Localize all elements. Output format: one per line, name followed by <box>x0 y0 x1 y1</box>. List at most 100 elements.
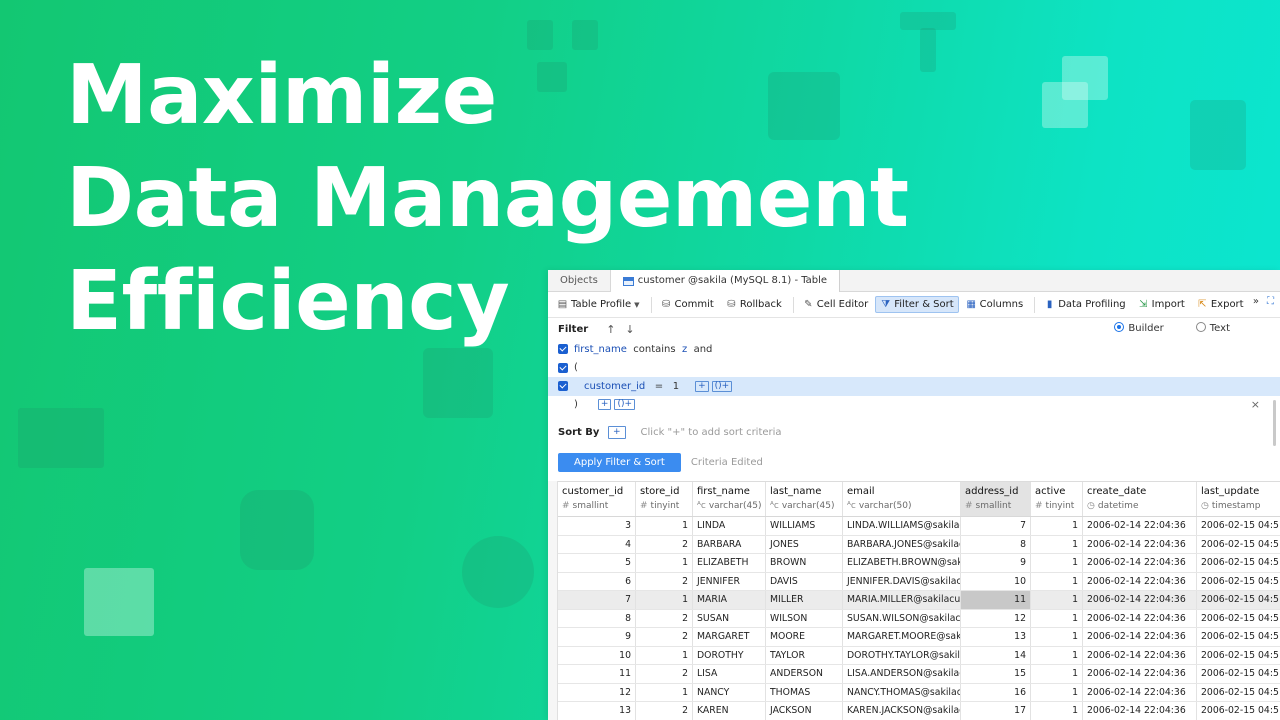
table-cell[interactable]: 1 <box>636 517 693 535</box>
table-cell[interactable]: DAVIS <box>766 572 843 590</box>
table-cell[interactable]: 2006-02-14 22:04:36 <box>1083 683 1197 701</box>
column-header-email[interactable]: email ᴬᴄ varchar(50) <box>843 482 961 516</box>
tab-objects[interactable]: Objects <box>548 270 611 292</box>
table-cell[interactable]: 9 <box>558 628 636 646</box>
column-header-last-update[interactable]: last_update ◷ timestamp <box>1197 482 1280 516</box>
table-cell[interactable]: MARIA.MILLER@sakilacus <box>843 591 961 609</box>
table-cell[interactable]: LISA <box>693 665 766 683</box>
table-cell[interactable]: JENNIFER.DAVIS@sakilacu <box>843 572 961 590</box>
table-cell[interactable]: 2006-02-15 04:5 <box>1197 702 1280 720</box>
table-cell[interactable]: 12 <box>558 683 636 701</box>
table-cell[interactable]: 17 <box>961 702 1031 720</box>
table-cell[interactable]: ANDERSON <box>766 665 843 683</box>
filter-condition-row-selected[interactable]: customer_id = 1 + ()+ <box>548 377 1280 396</box>
table-cell[interactable]: 13 <box>558 702 636 720</box>
table-cell[interactable]: 1 <box>636 591 693 609</box>
export-button[interactable]: ⇱ Export <box>1192 296 1249 313</box>
table-cell[interactable]: 2006-02-15 04:5 <box>1197 684 1280 702</box>
column-header-store-id[interactable]: store_id # tinyint <box>636 482 693 516</box>
table-cell[interactable]: 2006-02-15 04:5 <box>1197 610 1280 628</box>
table-cell[interactable]: 1 <box>1031 628 1083 646</box>
table-cell[interactable]: LINDA <box>693 517 766 535</box>
table-cell[interactable]: 2006-02-15 04:5 <box>1197 665 1280 683</box>
table-cell[interactable]: 1 <box>1031 591 1083 609</box>
add-sort-button[interactable]: + <box>608 425 626 439</box>
table-cell[interactable]: 1 <box>1031 683 1083 701</box>
column-header-address-id[interactable]: address_id # smallint <box>961 482 1031 516</box>
table-cell[interactable]: ELIZABETH <box>693 554 766 572</box>
table-row[interactable]: 13 2 KAREN JACKSON KAREN.JACKSON@sakilac 17 1 2… <box>558 702 1280 720</box>
column-header-first-name[interactable]: first_name ᴬᴄ varchar(45) <box>693 482 766 516</box>
table-cell[interactable]: DOROTHY <box>693 646 766 664</box>
rollback-button[interactable]: ⛁ Rollback <box>721 296 787 313</box>
table-cell[interactable]: MARGARET <box>693 628 766 646</box>
table-cell[interactable]: 15 <box>961 665 1031 683</box>
table-cell[interactable]: 1 <box>636 683 693 701</box>
table-cell[interactable]: 1 <box>1031 665 1083 683</box>
table-cell[interactable]: 2 <box>636 665 693 683</box>
table-profile-button[interactable]: ▤ Table Profile ▼ <box>552 296 645 313</box>
table-cell[interactable]: LINDA.WILLIAMS@sakilac <box>843 517 961 535</box>
table-cell[interactable]: DOROTHY.TAYLOR@sakil <box>843 646 961 664</box>
table-cell[interactable]: 13 <box>961 628 1031 646</box>
table-cell[interactable]: 7 <box>558 591 636 609</box>
table-cell[interactable]: SUSAN.WILSON@sakilacu <box>843 609 961 627</box>
columns-button[interactable]: ▦ Columns <box>961 296 1029 313</box>
condition-operator[interactable]: contains <box>633 344 675 355</box>
table-cell[interactable]: MARGARET.MOORE@saki <box>843 628 961 646</box>
table-row[interactable]: 6 2 JENNIFER DAVIS JENNIFER.DAVIS@sakilacu 10… <box>558 572 1280 591</box>
table-cell[interactable]: 2006-02-14 22:04:36 <box>1083 609 1197 627</box>
filter-condition-row[interactable]: first_name contains z and <box>548 340 1280 359</box>
table-cell[interactable]: 2 <box>636 609 693 627</box>
arrow-down-icon[interactable]: ↓ <box>625 323 634 336</box>
table-cell[interactable]: MOORE <box>766 628 843 646</box>
table-cell[interactable]: 1 <box>636 554 693 572</box>
condition-value[interactable]: 1 <box>673 381 679 392</box>
table-cell[interactable]: 2006-02-14 22:04:36 <box>1083 535 1197 553</box>
table-row[interactable]: 9 2 MARGARET MOORE MARGARET.MOORE@saki 13 1 200… <box>558 628 1280 647</box>
table-cell[interactable]: 8 <box>961 535 1031 553</box>
table-cell[interactable]: NANCY <box>693 683 766 701</box>
table-cell[interactable]: 8 <box>558 609 636 627</box>
table-cell[interactable]: 2 <box>636 572 693 590</box>
table-cell[interactable]: 12 <box>961 609 1031 627</box>
condition-checkbox[interactable] <box>558 344 568 355</box>
table-cell[interactable]: 2 <box>636 628 693 646</box>
filter-group-close-row[interactable]: ) + ()+ × <box>548 396 1280 415</box>
tab-customer-table[interactable]: customer @sakila (MySQL 8.1) - Table <box>610 270 841 292</box>
condition-checkbox[interactable] <box>558 381 568 392</box>
table-row[interactable]: 5 1 ELIZABETH BROWN ELIZABETH.BROWN@sakil 9 1 2… <box>558 554 1280 573</box>
table-row[interactable]: 8 2 SUSAN WILSON SUSAN.WILSON@sakilacu 12 1 200… <box>558 609 1280 628</box>
table-cell[interactable]: 2006-02-14 22:04:36 <box>1083 572 1197 590</box>
import-button[interactable]: ⇲ Import <box>1133 296 1190 313</box>
add-group-button[interactable]: ()+ <box>614 399 636 411</box>
group-checkbox[interactable] <box>558 362 568 373</box>
table-cell[interactable]: SUSAN <box>693 609 766 627</box>
table-cell[interactable]: 1 <box>1031 535 1083 553</box>
table-cell[interactable]: 1 <box>1031 554 1083 572</box>
table-cell[interactable]: 2006-02-14 22:04:36 <box>1083 628 1197 646</box>
table-cell[interactable]: BARBARA <box>693 535 766 553</box>
data-profiling-button[interactable]: ▮ Data Profiling <box>1039 296 1130 313</box>
close-icon[interactable]: × <box>1251 398 1260 411</box>
table-cell[interactable]: 1 <box>636 646 693 664</box>
table-cell[interactable]: 2006-02-15 04:5 <box>1197 647 1280 665</box>
table-cell[interactable]: 1 <box>1031 646 1083 664</box>
condition-field[interactable]: customer_id <box>584 381 645 392</box>
table-cell[interactable]: 1 <box>1031 702 1083 720</box>
overflow-chevron-icon[interactable]: » <box>1253 296 1259 307</box>
table-cell[interactable]: 5 <box>558 554 636 572</box>
table-cell[interactable]: BROWN <box>766 554 843 572</box>
table-cell[interactable]: 14 <box>961 646 1031 664</box>
filter-sort-button[interactable]: ⧩ Filter & Sort <box>875 296 959 313</box>
table-row[interactable]: 4 2 BARBARA JONES BARBARA.JONES@sakilac 8 1 200… <box>558 535 1280 554</box>
table-row[interactable]: 10 1 DOROTHY TAYLOR DOROTHY.TAYLOR@sakil 14 1 2… <box>558 646 1280 665</box>
table-cell[interactable]: 3 <box>558 517 636 535</box>
add-group-button[interactable]: ()+ <box>711 380 733 392</box>
table-row[interactable]: 3 1 LINDA WILLIAMS LINDA.WILLIAMS@sakilac 7 1 2… <box>558 517 1280 536</box>
expand-icon[interactable]: ⛶ <box>1267 296 1274 307</box>
table-cell[interactable]: MILLER <box>766 591 843 609</box>
table-cell[interactable]: LISA.ANDERSON@sakilac <box>843 665 961 683</box>
radio-text[interactable]: Text <box>1195 322 1230 334</box>
table-cell[interactable]: 6 <box>558 572 636 590</box>
